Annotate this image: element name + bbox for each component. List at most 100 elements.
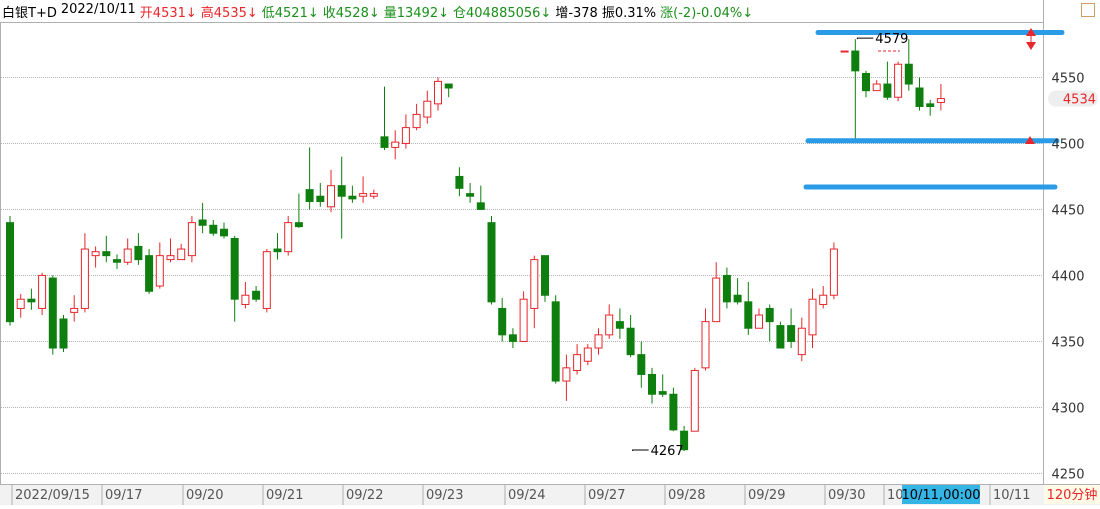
candle-body: [209, 224, 218, 234]
increase-value: 增-378: [555, 6, 598, 21]
candle-body: [894, 63, 903, 98]
annotation-label: 4579: [875, 32, 908, 47]
candle-body: [712, 277, 721, 323]
candle-body: [936, 98, 945, 104]
candle-body: [476, 202, 485, 210]
candle-body: [851, 50, 860, 72]
candle-body: [252, 290, 261, 300]
candle-body: [412, 113, 421, 129]
high-value: 高4535↓: [200, 6, 258, 21]
candlestick-chart[interactable]: 4579 4267 4250 4300 4350 4400 4450 4500 4550 453…: [0, 0, 1100, 505]
candle-body: [348, 195, 357, 200]
candle-body: [498, 307, 507, 336]
x-tick-label: 09/20: [186, 488, 223, 503]
x-tick-label: 09/27: [588, 488, 625, 503]
candle-body: [434, 80, 442, 105]
x-tick-label: 09/28: [668, 488, 705, 503]
candle-body: [669, 393, 678, 431]
open-value: 开4531↓: [139, 6, 197, 21]
annotation-leader: [856, 37, 874, 40]
y-tick-label: 4450: [1051, 204, 1084, 219]
timeframe-label: 120分钟: [1047, 487, 1098, 503]
candle-body: [690, 369, 699, 432]
close-value: 收4528↓: [322, 6, 380, 21]
axis-layer: 4250 4300 4350 4400 4450 4500 4550 4534 2022/09/…: [0, 72, 1100, 505]
low-value: 低4521↓: [261, 6, 319, 21]
candle-body: [819, 294, 828, 305]
candle-body: [904, 63, 913, 85]
arrow-down-icon: [1026, 42, 1036, 50]
change-value: 涨(-2)-0.04%↓: [660, 6, 754, 21]
candle-layer: [6, 39, 945, 451]
candle-body: [123, 248, 132, 263]
candle-body: [626, 327, 635, 356]
candle-body: [316, 195, 325, 203]
candle-body: [733, 294, 742, 303]
cursor-time-label: 10/11,00:00: [901, 488, 980, 503]
y-tick-label: 4300: [1051, 402, 1084, 417]
candle-body: [59, 318, 68, 349]
candle-body: [134, 245, 143, 261]
x-tick-label: 09/24: [508, 488, 545, 503]
quote-date: 2022/10/11: [60, 2, 136, 17]
candle-body: [615, 321, 624, 329]
candle-body: [38, 274, 47, 309]
candle-body: [337, 185, 346, 197]
candle-body: [658, 391, 667, 395]
x-tick-label: 10/11: [993, 488, 1030, 503]
x-tick-label: 09/29: [748, 488, 785, 503]
candle-body: [359, 193, 368, 197]
candle-body: [755, 314, 763, 329]
candle-body: [70, 307, 79, 313]
y-tick-label: 4500: [1051, 138, 1084, 153]
x-tick-label: 09/23: [426, 488, 463, 503]
y-tick-label: 4250: [1051, 468, 1084, 483]
candle-body: [6, 222, 14, 323]
quote-header: 白银T+D 2022/10/11 开4531↓ 高4535↓ 低4521↓ 收4…: [2, 2, 757, 22]
settings-box-icon[interactable]: [1081, 3, 1095, 17]
candle-body: [177, 248, 186, 261]
chart-svg: 4579 4267 4250 4300 4350 4400 4450 4500 4550 453…: [0, 0, 1100, 505]
candle-body: [145, 255, 154, 292]
candle-body: [744, 301, 753, 329]
candle-body: [273, 248, 282, 253]
instrument-name: 白银T+D: [2, 6, 57, 21]
candle-body: [562, 367, 571, 382]
candle-body: [155, 255, 164, 287]
candle-body: [305, 189, 314, 203]
candle-body: [722, 274, 731, 303]
annotation-leader: [632, 449, 649, 451]
candle-body: [187, 222, 196, 257]
candle-body: [487, 222, 496, 303]
candle-body: [102, 251, 111, 257]
candle-body: [583, 347, 592, 362]
candle-body: [776, 325, 785, 349]
candle-body: [198, 219, 207, 226]
candle-body: [808, 298, 817, 336]
candle-body: [594, 334, 603, 349]
candle-body: [637, 354, 646, 375]
candle-body: [391, 141, 400, 148]
candle-body: [80, 248, 89, 309]
candle-body: [230, 237, 239, 300]
candle-body: [444, 83, 453, 89]
candle-body: [541, 255, 549, 296]
candle-body: [27, 298, 36, 303]
candle-body: [840, 50, 849, 53]
candle-body: [327, 185, 335, 208]
candle-body: [926, 103, 935, 107]
candle-body: [829, 248, 838, 296]
volume-value: 量13492↓: [383, 6, 449, 21]
candle-body: [380, 136, 389, 148]
x-tick-label: 2022/09/15: [15, 488, 90, 503]
x-tick-label: 09/21: [266, 488, 303, 503]
candle-body: [113, 259, 121, 263]
candle-body: [862, 72, 870, 92]
candle-body: [455, 175, 464, 189]
candle-body: [915, 87, 924, 107]
candle-body: [91, 251, 100, 257]
annotation-label: 4267: [651, 444, 684, 459]
candle-body: [284, 222, 293, 253]
candle-body: [787, 325, 796, 342]
candle-body: [262, 251, 271, 309]
